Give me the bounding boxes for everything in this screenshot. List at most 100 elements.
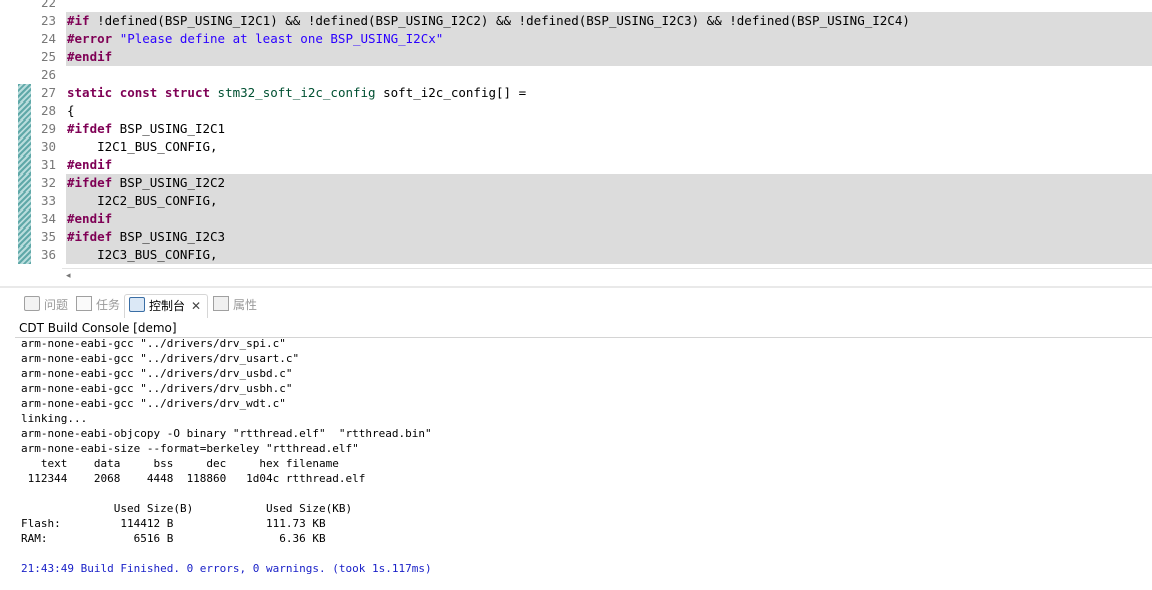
gutter-blank — [18, 48, 31, 66]
line-number: 31 — [40, 157, 56, 172]
code-token: soft_i2c_config[] = — [375, 85, 527, 100]
code-line[interactable]: 32 #ifdef BSP_USING_I2C2 — [0, 174, 1152, 192]
code-keyword: struct — [164, 85, 211, 100]
change-marker — [18, 228, 31, 246]
console-icon — [129, 297, 145, 312]
code-line[interactable]: 29 #ifdef BSP_USING_I2C1 — [0, 120, 1152, 138]
line-number: 26 — [40, 67, 56, 82]
code-line[interactable]: 35 #ifdef BSP_USING_I2C3 — [0, 228, 1152, 246]
code-keyword: #endif — [67, 49, 113, 64]
code-keyword: #endif — [67, 157, 113, 172]
console-line: arm-none-eabi-gcc "../drivers/drv_usart.… — [21, 352, 300, 365]
code-line[interactable]: 30 I2C1_BUS_CONFIG, — [0, 138, 1152, 156]
problems-icon — [24, 296, 40, 311]
scroll-left-icon[interactable]: ◂ — [66, 271, 71, 281]
panel-tab-bar: 问题 任务 控制台 ✕ 属性 — [0, 292, 1152, 320]
code-editor[interactable]: 22 23 #if !defined(BSP_USING_I2C1) && !def… — [0, 0, 1152, 287]
close-icon[interactable]: ✕ — [191, 299, 201, 313]
code-keyword: #error — [67, 31, 113, 46]
line-number: 25 — [40, 49, 56, 64]
code-text: I2C3_BUS_CONFIG, — [67, 246, 218, 264]
code-token: BSP_USING_I2C1 — [112, 121, 226, 136]
console-line: Flash: 114412 B 111.73 KB — [21, 517, 326, 530]
code-token: I2C1_BUS_CONFIG, — [67, 139, 218, 154]
line-number: 24 — [40, 31, 56, 46]
tab-properties[interactable]: 属性 — [213, 294, 257, 317]
code-keyword: static — [67, 85, 113, 100]
console-line: arm-none-eabi-gcc "../drivers/drv_usbh.c… — [21, 382, 293, 395]
tab-problems[interactable]: 问题 — [24, 294, 68, 317]
code-type: stm32_soft_i2c_config — [217, 85, 376, 100]
code-text: #error "Please define at least one BSP_U… — [67, 30, 443, 48]
code-line[interactable]: 27 static const struct stm32_soft_i2c_con… — [0, 84, 1152, 102]
code-line[interactable]: 28 { — [0, 102, 1152, 120]
tab-problems-label: 问题 — [44, 298, 69, 312]
code-text: #endif — [67, 48, 112, 66]
editor-divider[interactable] — [0, 286, 1152, 288]
code-token: !defined(BSP_USING_I2C1) && !defined(BSP… — [89, 13, 910, 28]
console-line: arm-none-eabi-gcc "../drivers/drv_wdt.c" — [21, 397, 286, 410]
change-marker — [18, 246, 31, 264]
code-token: BSP_USING_I2C2 — [112, 175, 226, 190]
code-keyword: #endif — [67, 211, 113, 226]
code-line[interactable]: 23 #if !defined(BSP_USING_I2C1) && !defin… — [0, 12, 1152, 30]
code-line[interactable]: 22 — [0, 0, 1152, 12]
code-text: #endif — [67, 210, 112, 228]
code-string: "Please define at least one BSP_USING_I2… — [119, 31, 444, 46]
console-line: arm-none-eabi-gcc "../drivers/drv_spi.c" — [21, 337, 286, 350]
code-text: static const struct stm32_soft_i2c_confi… — [67, 84, 526, 102]
line-number: 36 — [40, 247, 56, 262]
code-line[interactable]: 31 #endif — [0, 156, 1152, 174]
gutter-blank — [18, 30, 31, 48]
code-text: #ifdef BSP_USING_I2C3 — [67, 228, 225, 246]
code-keyword: #ifdef — [67, 229, 113, 244]
console-line: arm-none-eabi-gcc "../drivers/drv_usbd.c… — [21, 367, 293, 380]
code-token: I2C2_BUS_CONFIG, — [67, 193, 218, 208]
console-output[interactable]: arm-none-eabi-gcc "../drivers/drv_spi.c"… — [21, 336, 1141, 576]
console-line: text data bss dec hex filename — [21, 457, 339, 470]
code-keyword: #ifdef — [67, 121, 113, 136]
line-number: 28 — [40, 103, 56, 118]
gutter-blank — [18, 66, 31, 84]
tab-tasks-label: 任务 — [96, 298, 121, 312]
code-text: #endif — [67, 156, 112, 174]
change-marker — [18, 102, 31, 120]
tab-properties-label: 属性 — [233, 298, 258, 312]
code-text: I2C2_BUS_CONFIG, — [67, 192, 218, 210]
change-marker — [18, 84, 31, 102]
code-line[interactable]: 26 — [0, 66, 1152, 84]
tab-tasks[interactable]: 任务 — [76, 294, 120, 317]
code-token: { — [67, 103, 75, 118]
change-marker — [18, 174, 31, 192]
code-keyword: const — [119, 85, 158, 100]
gutter-blank — [18, 0, 31, 12]
code-text: #ifdef BSP_USING_I2C1 — [67, 120, 225, 138]
editor-horizontal-scrollbar[interactable]: ◂ — [62, 268, 1152, 286]
change-marker — [18, 192, 31, 210]
code-text: { — [67, 102, 75, 120]
console-line: RAM: 6516 B 6.36 KB — [21, 532, 326, 545]
code-line[interactable]: 36 I2C3_BUS_CONFIG, — [0, 246, 1152, 264]
console-line: linking... — [21, 412, 88, 425]
line-number: 34 — [40, 211, 56, 226]
code-lines[interactable]: 22 23 #if !defined(BSP_USING_I2C1) && !def… — [0, 0, 1152, 264]
code-line[interactable]: 24 #error "Please define at least one BSP… — [0, 30, 1152, 48]
code-line[interactable]: 25 #endif — [0, 48, 1152, 66]
tab-console-label: 控制台 — [149, 299, 186, 313]
code-token: I2C3_BUS_CONFIG, — [67, 247, 218, 262]
code-text: #if !defined(BSP_USING_I2C1) && !defined… — [67, 12, 910, 30]
line-number: 32 — [40, 175, 56, 190]
code-line[interactable]: 34 #endif — [0, 210, 1152, 228]
code-token: BSP_USING_I2C3 — [112, 229, 226, 244]
console-line: Used Size(B) Used Size(KB) — [21, 502, 353, 515]
tab-console[interactable]: 控制台 ✕ — [124, 294, 209, 318]
line-number: 29 — [40, 121, 56, 136]
code-line[interactable]: 33 I2C2_BUS_CONFIG, — [0, 192, 1152, 210]
console-line: 112344 2068 4448 118860 1d04c rtthread.e… — [21, 472, 366, 485]
